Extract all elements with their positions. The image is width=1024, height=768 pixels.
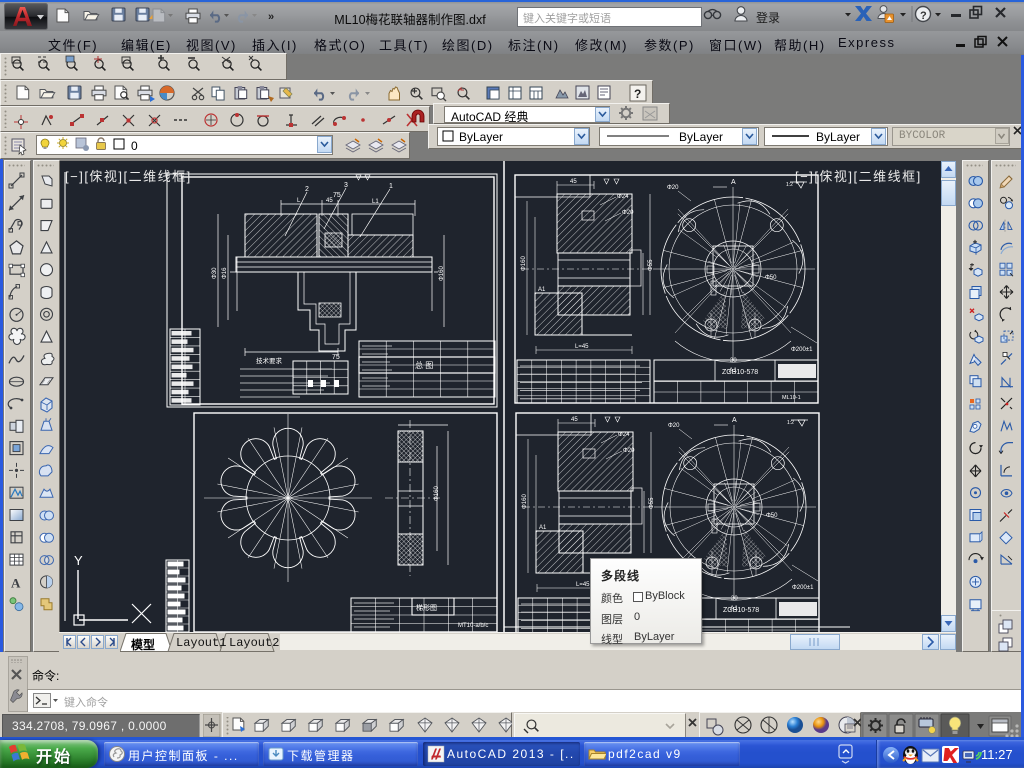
svg-text:Φ200±1: Φ200±1 — [791, 347, 813, 353]
svg-text:Φ160: Φ160 — [434, 486, 440, 501]
svg-text:2: 2 — [305, 186, 309, 193]
svg-text:Φ160: Φ160 — [439, 266, 445, 281]
svg-text:Φ50: Φ50 — [765, 275, 777, 281]
svg-text:1:2: 1:2 — [786, 182, 793, 188]
svg-text:3: 3 — [344, 182, 348, 189]
svg-text:L=45: L=45 — [575, 344, 589, 350]
svg-text:30: 30 — [730, 358, 737, 364]
svg-text:ByLayer: ByLayer — [459, 130, 503, 144]
svg-text:75: 75 — [333, 192, 341, 199]
svg-text:梯形图: 梯形图 — [416, 603, 437, 612]
svg-text:MT10-a/b/c: MT10-a/b/c — [458, 623, 488, 629]
svg-text:总 图: 总 图 — [415, 360, 433, 370]
svg-text:ByLayer: ByLayer — [679, 130, 723, 144]
svg-text:A1: A1 — [538, 287, 546, 293]
svg-text:45: 45 — [570, 179, 577, 185]
svg-text:L: L — [297, 198, 301, 204]
svg-text:Φ16: Φ16 — [222, 267, 228, 279]
svg-text:?: ? — [634, 87, 641, 101]
svg-text:L1: L1 — [372, 199, 379, 205]
svg-text:ML10-1: ML10-1 — [782, 395, 801, 401]
svg-text:Y: Y — [74, 553, 83, 568]
svg-text:A: A — [11, 575, 21, 590]
svg-text:Φ20: Φ20 — [622, 210, 634, 216]
svg-text:ZGB10-578: ZGB10-578 — [722, 369, 758, 376]
svg-text:?: ? — [920, 10, 927, 22]
svg-text:»: » — [268, 11, 274, 23]
svg-text:Φ24: Φ24 — [617, 194, 629, 200]
svg-text:Φ30: Φ30 — [212, 267, 218, 279]
svg-text:1: 1 — [389, 183, 393, 190]
svg-text:75: 75 — [332, 354, 340, 361]
svg-text:ByLayer: ByLayer — [816, 130, 860, 144]
svg-text:Φ20: Φ20 — [667, 185, 679, 191]
svg-text:A: A — [731, 179, 736, 186]
svg-text:0: 0 — [131, 139, 138, 153]
svg-text:技术要求: 技术要求 — [256, 356, 283, 365]
svg-text:Φ160: Φ160 — [521, 256, 527, 271]
